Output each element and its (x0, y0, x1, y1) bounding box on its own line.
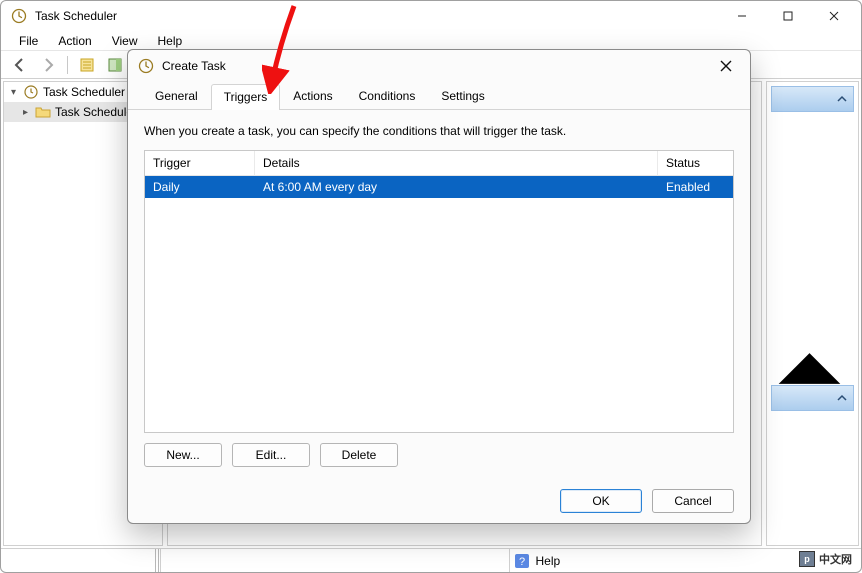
menu-action[interactable]: Action (48, 32, 101, 50)
description-text: When you create a task, you can specify … (144, 124, 734, 138)
tab-settings[interactable]: Settings (428, 83, 497, 109)
close-button[interactable] (811, 1, 857, 31)
maximize-button[interactable] (765, 1, 811, 31)
logo-swatch-icon: p (799, 551, 815, 567)
dialog-footer: OK Cancel (128, 479, 750, 523)
edit-button[interactable]: Edit... (232, 443, 310, 467)
back-button[interactable] (7, 54, 33, 76)
cell-trigger: Daily (145, 176, 255, 198)
row-buttons: New... Edit... Delete (144, 443, 734, 467)
status-left (1, 549, 161, 572)
status-help-label: Help (536, 554, 561, 568)
ok-button[interactable]: OK (560, 489, 642, 513)
tree-root-label: Task Scheduler (L (43, 85, 139, 99)
actions-bottom-spacer (767, 415, 858, 545)
tab-general[interactable]: General (142, 83, 211, 109)
expander-icon[interactable]: ▸ (20, 107, 31, 118)
tab-conditions[interactable]: Conditions (346, 83, 429, 109)
dialog-title: Create Task (162, 59, 710, 73)
menu-help[interactable]: Help (148, 32, 193, 50)
toolbar-separator (67, 56, 68, 74)
grip-icon[interactable] (155, 549, 160, 572)
triggers-list: Trigger Details Status Daily At 6:00 AM … (144, 150, 734, 433)
clock-icon (23, 84, 39, 100)
dialog-body: When you create a task, you can specify … (128, 110, 750, 479)
delete-button[interactable]: Delete (320, 443, 398, 467)
tree-child-label: Task Schedule (55, 105, 133, 119)
tabstrip: General Triggers Actions Conditions Sett… (128, 82, 750, 110)
list-row[interactable]: Daily At 6:00 AM every day Enabled (145, 176, 733, 198)
expander-icon[interactable]: ▾ (8, 87, 19, 98)
actions-spacer (767, 116, 858, 355)
titlebar: Task Scheduler (1, 1, 861, 31)
cancel-button[interactable]: Cancel (652, 489, 734, 513)
actions-panel (766, 81, 859, 546)
list-header: Trigger Details Status (145, 151, 733, 176)
create-task-dialog: Create Task General Triggers Actions Con… (127, 49, 751, 524)
tab-actions[interactable]: Actions (280, 83, 345, 109)
actions-header-bottom[interactable] (771, 385, 854, 411)
menu-view[interactable]: View (102, 32, 148, 50)
actions-mid-expander[interactable] (771, 355, 854, 381)
col-trigger[interactable]: Trigger (145, 151, 255, 176)
folder-icon (35, 104, 51, 120)
toolbar-icon-1[interactable] (74, 54, 100, 76)
cell-details: At 6:00 AM every day (255, 176, 658, 198)
dialog-close-button[interactable] (710, 52, 742, 80)
col-details[interactable]: Details (255, 151, 658, 176)
clock-icon (11, 8, 27, 24)
logo-text: 中文网 (819, 551, 852, 567)
minimize-button[interactable] (719, 1, 765, 31)
clock-icon (138, 58, 154, 74)
col-status[interactable]: Status (658, 151, 733, 176)
toolbar-icon-2[interactable] (102, 54, 128, 76)
actions-header-top[interactable] (771, 86, 854, 112)
dialog-titlebar: Create Task (128, 50, 750, 82)
statusbar: ? Help (1, 548, 861, 572)
tab-triggers[interactable]: Triggers (211, 84, 281, 110)
cell-status: Enabled (658, 176, 733, 198)
menubar: File Action View Help (1, 31, 861, 51)
new-button[interactable]: New... (144, 443, 222, 467)
menu-file[interactable]: File (9, 32, 48, 50)
window-title: Task Scheduler (35, 9, 719, 23)
forward-button[interactable] (35, 54, 61, 76)
help-icon: ? (514, 553, 530, 569)
svg-text:?: ? (518, 556, 524, 568)
php-cn-logo: p 中文网 (799, 551, 852, 567)
